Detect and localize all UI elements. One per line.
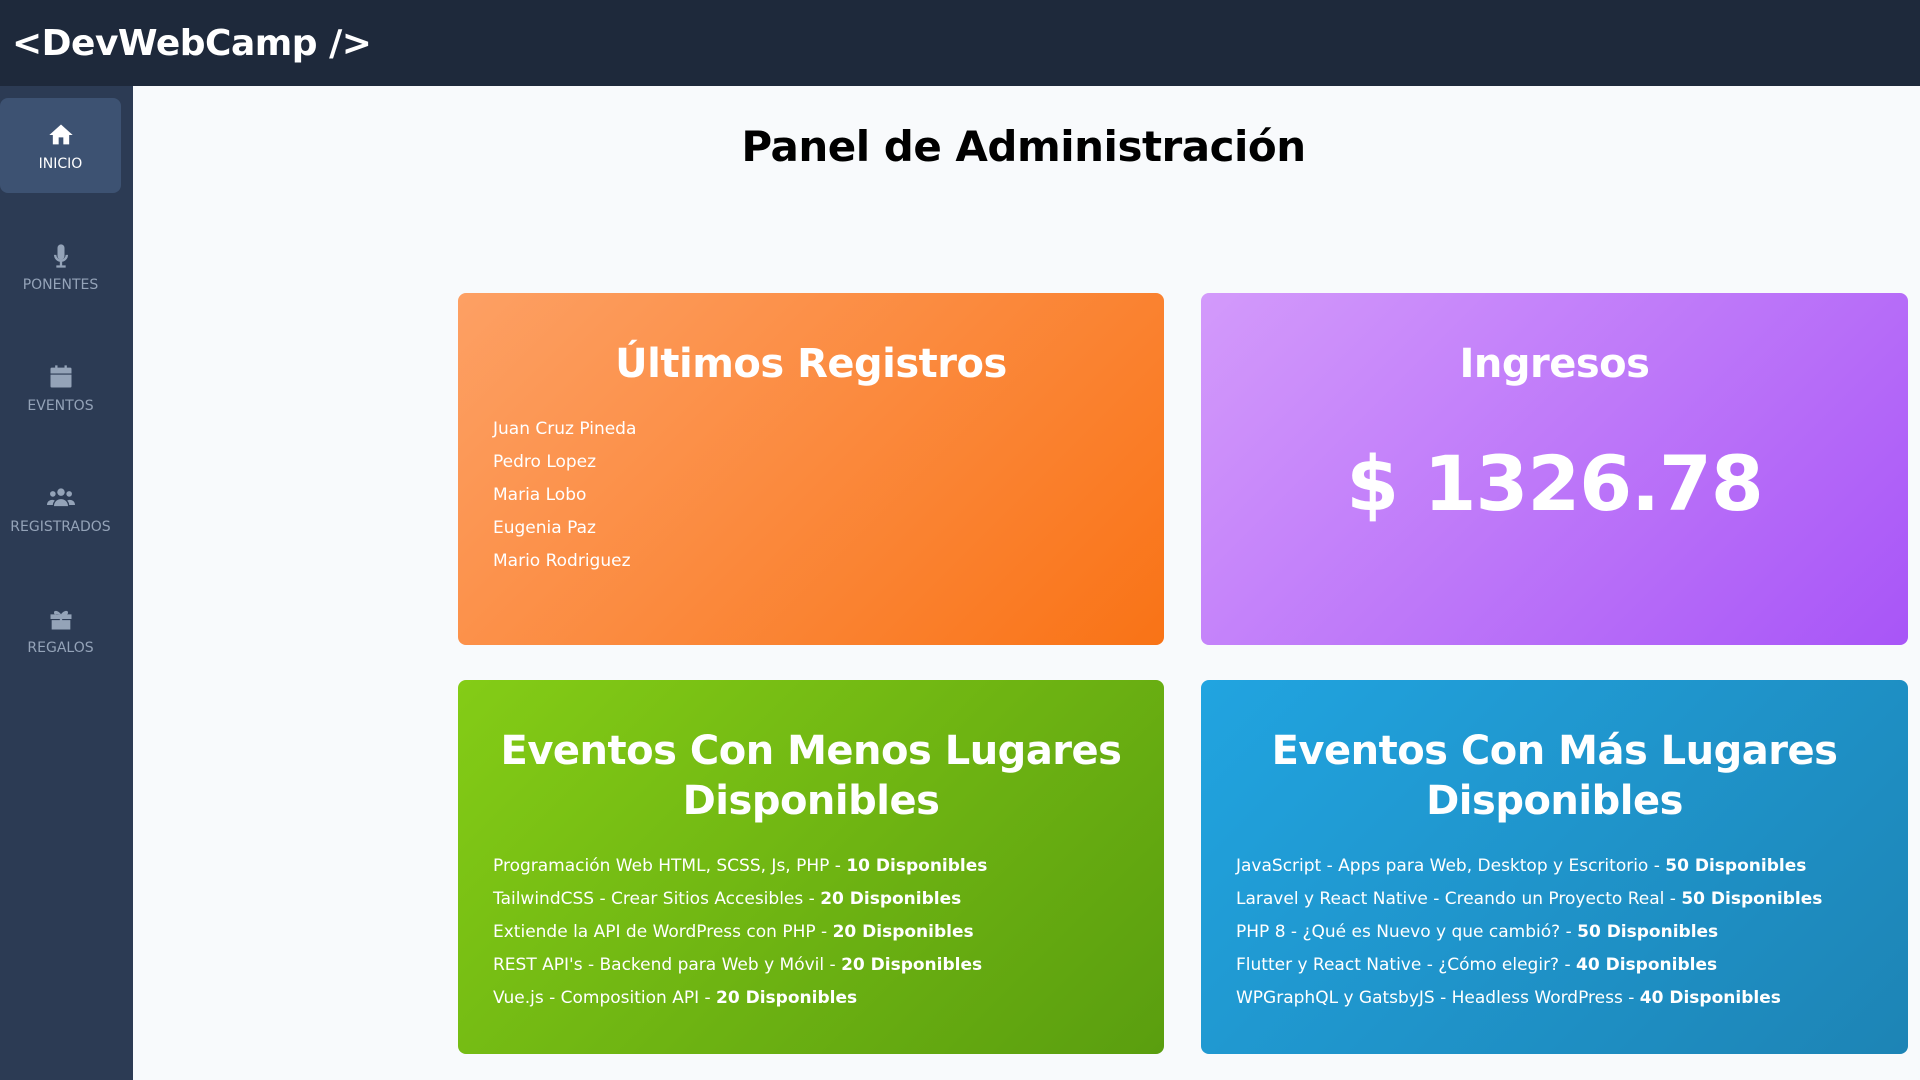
list-item: Pedro Lopez bbox=[493, 452, 597, 472]
list-item: REST API's - Backend para Web y Móvil - … bbox=[493, 949, 1129, 982]
event-availability: 40 Disponibles bbox=[1576, 955, 1718, 975]
event-availability: 50 Disponibles bbox=[1577, 922, 1719, 942]
event-availability: 10 Disponibles bbox=[846, 856, 988, 876]
home-icon bbox=[46, 120, 76, 150]
event-name: Programación Web HTML, SCSS, Js, PHP - bbox=[493, 856, 847, 876]
fewest-seats-list: Programación Web HTML, SCSS, Js, PHP - 1… bbox=[493, 850, 1129, 1015]
event-availability: 50 Disponibles bbox=[1681, 889, 1823, 909]
microphone-icon bbox=[46, 241, 76, 271]
top-bar: <DevWebCamp /> bbox=[0, 0, 1920, 86]
main-content: Panel de Administración Últimos Registro… bbox=[133, 86, 1920, 1080]
event-availability: 40 Disponibles bbox=[1639, 988, 1781, 1008]
gift-icon bbox=[46, 604, 76, 634]
income-card: Ingresos $ 1326.78 bbox=[1201, 293, 1908, 645]
card-title: Eventos Con Más Lugares Disponibles bbox=[1271, 728, 1838, 824]
card-title: Últimos Registros bbox=[615, 341, 1007, 387]
sidebar-item-label: Ponentes bbox=[22, 276, 99, 293]
sidebar-item-label: Inicio bbox=[38, 155, 83, 172]
event-availability: 20 Disponibles bbox=[716, 988, 858, 1008]
latest-registrations-card: Últimos Registros Juan Cruz Pineda Pedro… bbox=[458, 293, 1164, 645]
list-item: Eugenia Paz bbox=[493, 518, 596, 538]
sidebar-item-ponentes[interactable]: Ponentes bbox=[0, 219, 121, 314]
registrations-list: Juan Cruz Pineda Pedro Lopez Maria Lobo … bbox=[493, 413, 1129, 578]
list-item: Vue.js - Composition API - 20 Disponible… bbox=[493, 982, 1129, 1015]
sidebar-item-registrados[interactable]: Registrados bbox=[0, 461, 121, 556]
list-item: TailwindCSS - Crear Sitios Accesibles - … bbox=[493, 883, 1129, 916]
list-item: JavaScript - Apps para Web, Desktop y Es… bbox=[1236, 850, 1873, 883]
sidebar-item-label: Registrados bbox=[10, 518, 111, 535]
list-item: Flutter y React Native - ¿Cómo elegir? -… bbox=[1236, 949, 1873, 982]
event-name: Vue.js - Composition API - bbox=[493, 988, 717, 1008]
event-availability: 20 Disponibles bbox=[832, 922, 974, 942]
sidebar-item-label: Eventos bbox=[27, 397, 94, 414]
event-name: TailwindCSS - Crear Sitios Accesibles - bbox=[493, 889, 821, 909]
list-item: Extiende la API de WordPress con PHP - 2… bbox=[493, 916, 1129, 949]
card-title: Ingresos bbox=[1459, 341, 1650, 387]
income-amount: $ 1326.78 bbox=[1346, 439, 1764, 528]
list-item: Juan Cruz Pineda bbox=[493, 419, 637, 439]
list-item: Laravel y React Native - Creando un Proy… bbox=[1236, 883, 1873, 916]
calendar-icon bbox=[46, 362, 76, 392]
fewest-seats-card: Eventos Con Menos Lugares Disponibles Pr… bbox=[458, 680, 1164, 1054]
event-availability: 50 Disponibles bbox=[1665, 856, 1807, 876]
event-name: Extiende la API de WordPress con PHP - bbox=[493, 922, 833, 942]
site-logo[interactable]: <DevWebCamp /> bbox=[12, 23, 372, 64]
list-item: Maria Lobo bbox=[493, 485, 587, 505]
event-name: Laravel y React Native - Creando un Proy… bbox=[1236, 889, 1682, 909]
sidebar: Inicio Ponentes Eventos Registrados Rega… bbox=[0, 86, 133, 1080]
list-item: Mario Rodriguez bbox=[493, 551, 631, 571]
event-name: Flutter y React Native - ¿Cómo elegir? - bbox=[1236, 955, 1577, 975]
list-item: WPGraphQL y GatsbyJS - Headless WordPres… bbox=[1236, 982, 1873, 1015]
sidebar-item-inicio[interactable]: Inicio bbox=[0, 98, 121, 193]
event-availability: 20 Disponibles bbox=[841, 955, 983, 975]
page-title: Panel de Administración bbox=[741, 122, 1306, 171]
event-name: PHP 8 - ¿Qué es Nuevo y que cambió? - bbox=[1236, 922, 1578, 942]
sidebar-item-regalos[interactable]: Regalos bbox=[0, 582, 121, 677]
users-icon bbox=[46, 483, 76, 513]
sidebar-item-label: Regalos bbox=[27, 639, 94, 656]
sidebar-item-eventos[interactable]: Eventos bbox=[0, 340, 121, 435]
card-title: Eventos Con Menos Lugares Disponibles bbox=[500, 728, 1122, 824]
event-name: WPGraphQL y GatsbyJS - Headless WordPres… bbox=[1236, 988, 1640, 1008]
event-availability: 20 Disponibles bbox=[820, 889, 962, 909]
list-item: PHP 8 - ¿Qué es Nuevo y que cambió? - 50… bbox=[1236, 916, 1873, 949]
event-name: REST API's - Backend para Web y Móvil - bbox=[493, 955, 842, 975]
most-seats-card: Eventos Con Más Lugares Disponibles Java… bbox=[1201, 680, 1908, 1054]
event-name: JavaScript - Apps para Web, Desktop y Es… bbox=[1236, 856, 1666, 876]
list-item: Programación Web HTML, SCSS, Js, PHP - 1… bbox=[493, 850, 1129, 883]
most-seats-list: JavaScript - Apps para Web, Desktop y Es… bbox=[1236, 850, 1873, 1015]
